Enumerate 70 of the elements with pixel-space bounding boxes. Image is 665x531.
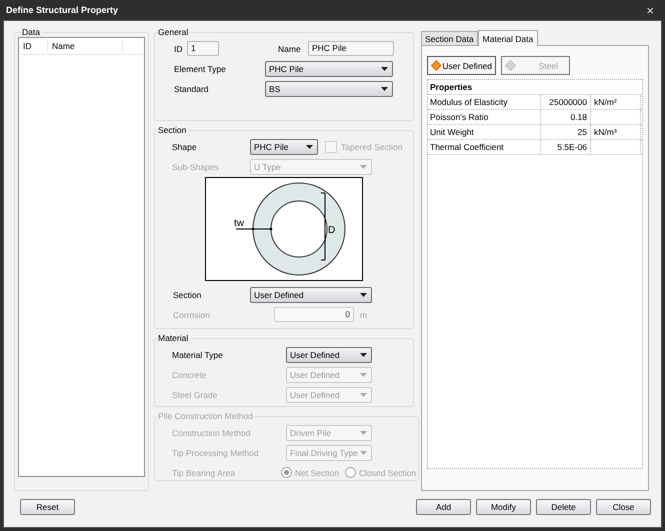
grid-header: Properties bbox=[428, 80, 642, 95]
group-title: Material bbox=[157, 333, 190, 343]
action-button[interactable]: Close bbox=[596, 499, 651, 515]
group-title: Pile Construction Method bbox=[157, 411, 254, 421]
field-label: Element Type bbox=[174, 64, 227, 74]
table-cell: 0.18 bbox=[541, 110, 591, 124]
dropdown[interactable]: PHC Pile bbox=[250, 138, 318, 154]
field-label: Concrete bbox=[172, 370, 208, 380]
table-cell: 25 bbox=[541, 125, 591, 139]
reset-button[interactable]: Reset bbox=[20, 499, 75, 515]
field-label: Tip Bearing Area bbox=[172, 468, 236, 478]
table-cell: kN/m² bbox=[591, 95, 641, 109]
caret-icon bbox=[360, 372, 367, 376]
field-label: Material Type bbox=[172, 350, 224, 360]
group-title: General bbox=[157, 27, 190, 37]
dimension-label: D bbox=[328, 225, 336, 236]
dropdown[interactable]: User Defined bbox=[250, 286, 372, 302]
window-title: Define Structural Property bbox=[6, 5, 118, 15]
radio-label: Net Section bbox=[295, 468, 339, 478]
dropdown[interactable]: PHC Pile bbox=[265, 60, 393, 76]
field-label: Standard bbox=[174, 84, 210, 94]
caret-icon bbox=[360, 450, 367, 454]
group-title: Section bbox=[157, 125, 188, 135]
caret-icon bbox=[360, 392, 367, 396]
dimension-label: tw bbox=[234, 218, 244, 229]
caret-icon bbox=[360, 164, 367, 168]
field-label: Construction Method bbox=[172, 428, 252, 438]
caret-icon bbox=[360, 430, 367, 434]
field-label: Section bbox=[173, 290, 202, 300]
caret-icon bbox=[306, 144, 313, 148]
dimension-line bbox=[320, 192, 326, 260]
dropdown[interactable]: BS bbox=[265, 80, 393, 96]
caret-icon bbox=[381, 66, 388, 70]
field-label: ID bbox=[174, 44, 184, 54]
diamond-icon bbox=[431, 60, 442, 71]
dimension-arrow bbox=[236, 228, 272, 230]
table-cell: 25000000 bbox=[541, 95, 591, 109]
field-label: Tip Processing Method bbox=[172, 448, 260, 458]
tab[interactable]: Section Data bbox=[421, 31, 478, 45]
table-cell: Poisson's Ratio bbox=[428, 110, 541, 124]
action-button[interactable]: Add bbox=[416, 499, 471, 515]
table-cell: kN/m³ bbox=[591, 125, 641, 139]
radio-label: Closed Section bbox=[358, 468, 416, 478]
field-label: Steel Grade bbox=[172, 390, 218, 400]
action-button[interactable]: Delete bbox=[536, 499, 591, 515]
data-list[interactable]: ID Name bbox=[18, 37, 145, 477]
column-header[interactable]: ID bbox=[19, 41, 48, 51]
dropdown[interactable]: User Defined bbox=[286, 346, 372, 362]
name-field[interactable]: PHC Pile bbox=[308, 41, 394, 56]
field-label: Shape bbox=[172, 142, 198, 152]
table-cell: 5.5E-06 bbox=[541, 140, 591, 154]
checkbox-label: Tapered Section bbox=[341, 142, 402, 152]
close-button[interactable]: × bbox=[642, 4, 658, 16]
caret-icon bbox=[381, 86, 388, 90]
table-cell: Modulus of Elasticity bbox=[428, 95, 541, 109]
table-cell: Unit Weight bbox=[428, 125, 541, 139]
field-label: Name bbox=[278, 44, 302, 54]
field-label: Sub-Shapes bbox=[172, 162, 220, 172]
unit-label: m bbox=[360, 310, 368, 320]
action-button[interactable]: Modify bbox=[476, 499, 531, 515]
caret-icon bbox=[360, 292, 367, 296]
caret-icon bbox=[360, 352, 367, 356]
column-header[interactable]: Name bbox=[48, 41, 123, 51]
field-label: Corrosion bbox=[173, 310, 211, 320]
tab[interactable]: Material Data bbox=[478, 30, 538, 46]
id-field[interactable]: 1 bbox=[187, 41, 219, 56]
group-title: Data bbox=[21, 27, 41, 37]
diamond-icon bbox=[505, 60, 516, 71]
toggle-button[interactable]: User Defined bbox=[427, 56, 496, 75]
table-cell: Thermal Coefficient bbox=[428, 140, 541, 154]
